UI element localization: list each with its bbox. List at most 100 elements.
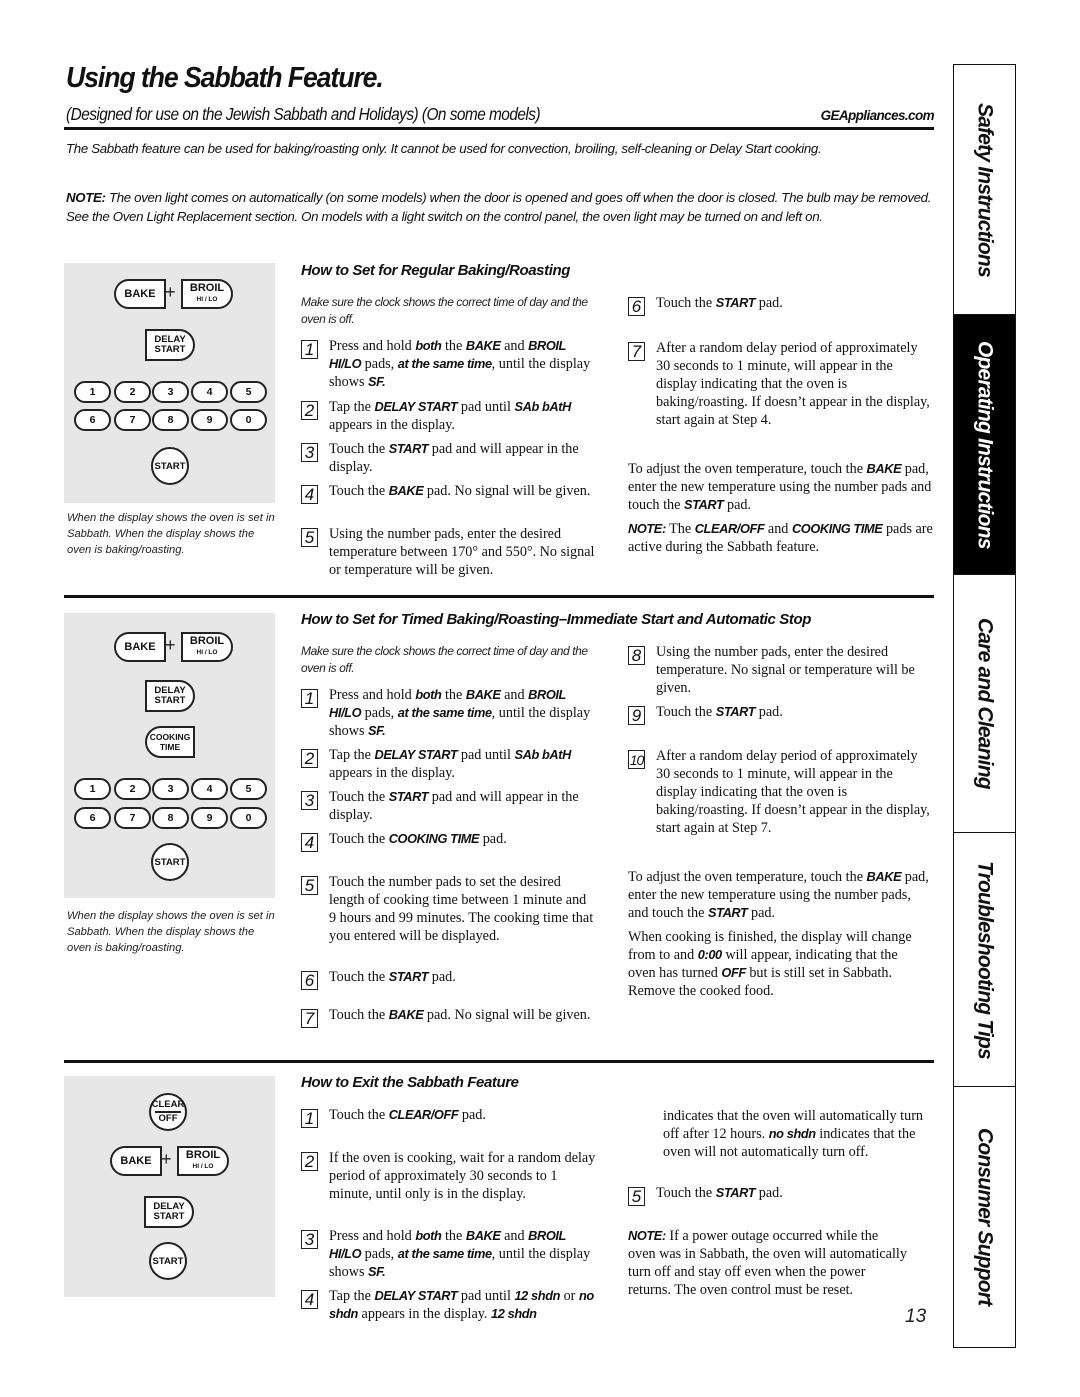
step-item: 5 Using the number pads, enter the desire…	[301, 525, 596, 579]
adjust-temperature-text: To adjust the oven temperature, touch th…	[628, 460, 933, 514]
body-text: the	[441, 338, 466, 354]
delay-start-pad: DELAY START	[144, 1196, 194, 1228]
step-item: 8 Using the number pads, enter the desire…	[628, 643, 933, 697]
body-text: appears in the display.	[329, 417, 455, 433]
cooking-time-pad: COOKING TIME	[145, 726, 195, 758]
step-number: 5	[301, 528, 318, 547]
plus-icon: +	[165, 635, 176, 655]
step-text: Touch the COOKING TIME pad.	[329, 830, 507, 852]
body-text: pads,	[361, 356, 398, 372]
number-pad-9: 9	[191, 807, 228, 829]
number-pad-1: 1	[74, 381, 111, 403]
plus-icon: +	[161, 1149, 172, 1169]
emphasis-text: CLEAR/OFF	[694, 521, 765, 536]
start-pad: START	[151, 447, 189, 485]
body-text: Touch the	[656, 1185, 716, 1201]
emphasis-text: no shdn	[768, 1126, 816, 1141]
emphasis-text: both	[415, 1228, 442, 1243]
step-item: 1 Touch the CLEAR/OFF pad.	[301, 1106, 591, 1128]
clear-off-pad: CLEAR OFF	[149, 1093, 187, 1131]
step-number: 3	[301, 443, 318, 462]
body-text: After a random delay period of approxima…	[656, 340, 930, 428]
body-text: and	[500, 338, 529, 354]
step-text: Touch the START pad.	[656, 703, 783, 725]
body-text: Tap the	[329, 399, 375, 415]
tab-label: Consumer Support	[973, 1128, 997, 1306]
body-text: and	[500, 1228, 529, 1244]
emphasis-text: OFF	[721, 965, 746, 980]
body-text: Touch the	[329, 1007, 389, 1023]
emphasis-text: at the same time	[397, 356, 492, 371]
broil-sub-label: HI / LO	[192, 1163, 214, 1170]
emphasis-text: DELAY START	[374, 747, 458, 762]
emphasis-text: NOTE:	[628, 1228, 666, 1243]
body-text: pad. No signal will be given.	[423, 1007, 591, 1023]
tab-label: Operating Instructions	[973, 340, 997, 549]
number-pad-5: 5	[230, 381, 267, 403]
emphasis-text: SAb bAtH	[514, 399, 571, 414]
power-outage-note: NOTE: If a power outage occurred while t…	[628, 1227, 908, 1299]
section-heading-regular: How to Set for Regular Baking/Roasting	[301, 262, 570, 279]
step-number: 5	[301, 876, 318, 895]
tab-care-and-cleaning[interactable]: Care and Cleaning	[954, 575, 1015, 833]
intro-paragraph: The Sabbath feature can be used for baki…	[66, 141, 822, 156]
step-text: Touch the START pad.	[656, 294, 783, 316]
number-pad-6: 6	[74, 807, 111, 829]
step-number: 4	[301, 485, 318, 504]
broil-label: BROIL	[189, 635, 225, 647]
tab-operating-instructions[interactable]: Operating Instructions	[954, 315, 1015, 575]
step-number: 4	[301, 833, 318, 852]
step-item: 6 Touch the START pad.	[301, 968, 591, 990]
bake-pad: BAKE	[114, 632, 166, 662]
body-text: If the oven is cooking, wait for a rando…	[329, 1150, 596, 1202]
side-tabs: Safety Instructions Operating Instructio…	[953, 64, 1016, 1348]
body-text: Tap the	[329, 747, 375, 763]
body-text: Touch the	[656, 295, 716, 311]
bake-pad: BAKE	[114, 279, 166, 309]
cooking-label: COOKING	[149, 732, 191, 742]
header-divider	[64, 127, 934, 130]
step-text: Touch the START pad.	[329, 968, 456, 990]
emphasis-text: at the same time	[397, 705, 492, 720]
body-text: pad. No signal will be given.	[423, 483, 591, 499]
note-text: The oven light comes on automatically (o…	[66, 190, 932, 224]
website-link[interactable]: GEAppliances.com	[806, 108, 935, 123]
tab-label: Troubleshooting Tips	[973, 860, 997, 1059]
tab-safety-instructions[interactable]: Safety Instructions	[954, 65, 1015, 315]
step-item: 2 If the oven is cooking, wait for a rand…	[301, 1149, 601, 1203]
keypad-illustration-regular: BAKE + BROIL HI / LO DELAY START 1 2 3 4 5…	[64, 263, 275, 503]
emphasis-text: BAKE	[388, 1007, 424, 1022]
step-number: 9	[628, 706, 645, 725]
section-note: Make sure the clock shows the correct ti…	[301, 644, 588, 675]
body-text: Touch the	[329, 1107, 389, 1123]
broil-sub-label: HI / LO	[196, 649, 218, 656]
emphasis-text: START	[388, 969, 429, 984]
emphasis-text: 12 shdn	[491, 1306, 537, 1321]
broil-label: BROIL	[189, 282, 225, 294]
step-item: 9 Touch the START pad.	[628, 703, 933, 725]
body-text: pad.	[747, 905, 776, 921]
step-item: 3 Press and hold both the BAKE and BROIL …	[301, 1227, 596, 1281]
step-item: 1 Press and hold both the BAKE and BROIL …	[301, 686, 591, 740]
step-text: Touch the number pads to set the desired…	[329, 873, 596, 945]
step-number: 7	[628, 342, 645, 361]
number-pad-5: 5	[230, 778, 267, 800]
emphasis-text: both	[415, 338, 442, 353]
step-item: 1 Press and hold both the BAKE and BROIL …	[301, 337, 591, 391]
step-number: 6	[628, 297, 645, 316]
number-pad-8: 8	[152, 807, 189, 829]
step-item: 7 Touch the BAKE pad. No signal will be g…	[301, 1006, 591, 1028]
tab-troubleshooting-tips[interactable]: Troubleshooting Tips	[954, 833, 1015, 1087]
body-text: pads,	[361, 1246, 398, 1262]
number-pad-8: 8	[152, 409, 189, 431]
step-item: 7 After a random delay period of approxim…	[628, 339, 933, 429]
body-text: Touch the	[329, 789, 389, 805]
page-title: Using the Sabbath Feature.	[66, 62, 384, 94]
tab-consumer-support[interactable]: Consumer Support	[954, 1087, 1015, 1347]
step-item: 5 Touch the number pads to set the desire…	[301, 873, 596, 945]
step-text: Press and hold both the BAKE and BROIL H…	[329, 337, 591, 391]
intro-note: NOTE: The oven light comes on automatica…	[66, 189, 936, 226]
delay-start-pad: DELAY START	[145, 329, 195, 361]
step-number: 4	[301, 1290, 318, 1309]
emphasis-text: BAKE	[465, 338, 501, 353]
